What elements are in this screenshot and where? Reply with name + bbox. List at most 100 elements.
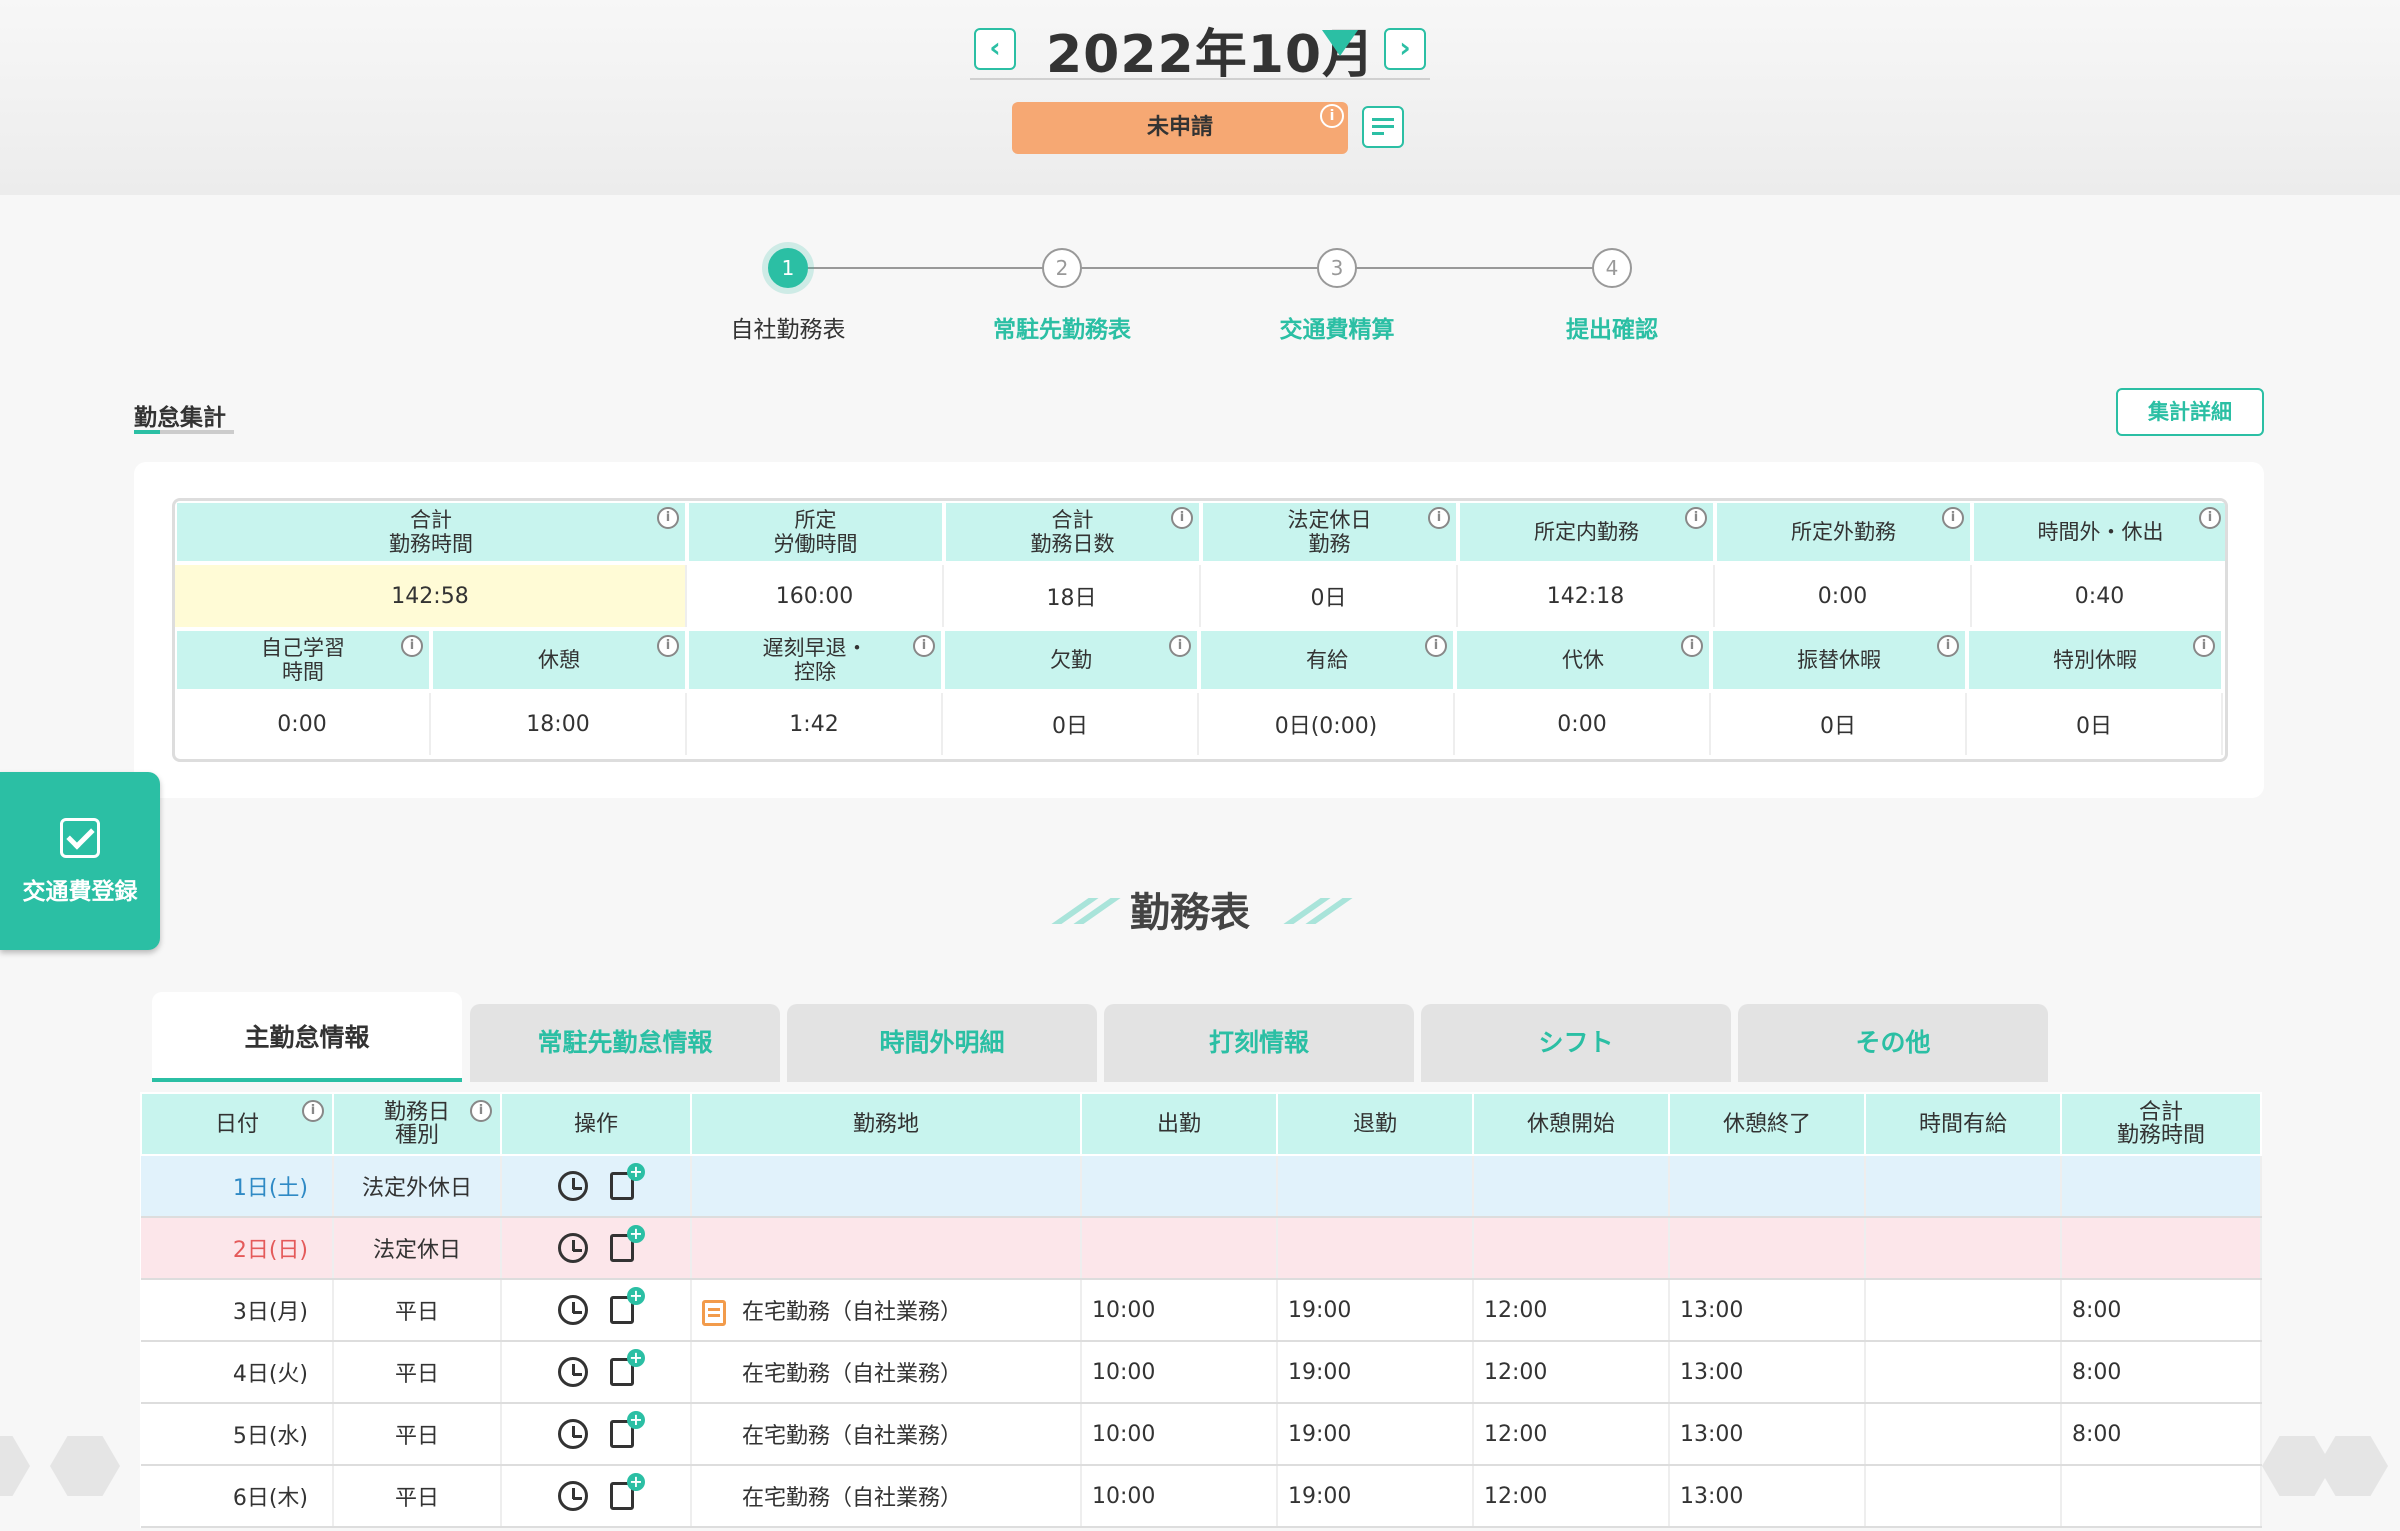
step-3-circle[interactable]: 3 xyxy=(1317,248,1357,288)
clock-history-icon[interactable] xyxy=(558,1171,588,1201)
hourly-leave-cell[interactable] xyxy=(1865,1217,2062,1280)
step-1-label[interactable]: 自社勤務表 xyxy=(678,310,898,344)
info-icon[interactable]: i xyxy=(2193,635,2215,657)
table-row[interactable]: 4日(火) 平日 在宅勤務（自社業務） 10:0019:0012:0013:00 8:0… xyxy=(141,1341,2262,1404)
clock-history-icon[interactable] xyxy=(558,1481,588,1511)
info-icon[interactable]: i xyxy=(401,635,423,657)
clock-out-cell[interactable] xyxy=(1277,1217,1474,1280)
info-icon[interactable]: i xyxy=(2199,507,2221,529)
clock-in-cell[interactable] xyxy=(1081,1155,1278,1218)
next-month-button[interactable]: › xyxy=(1384,28,1426,70)
step-4-label[interactable]: 提出確認 xyxy=(1502,310,1722,344)
memo-button[interactable] xyxy=(1362,106,1404,148)
clock-in-cell[interactable]: 10:00 xyxy=(1081,1403,1278,1466)
col-header-hourly-leave: 時間有給 xyxy=(1864,1092,2062,1156)
hourly-leave-cell[interactable] xyxy=(1865,1155,2062,1218)
clock-history-icon[interactable] xyxy=(558,1419,588,1449)
clock-history-icon[interactable] xyxy=(558,1295,588,1325)
row-actions xyxy=(512,1225,680,1263)
step-2-circle[interactable]: 2 xyxy=(1042,248,1082,288)
table-row[interactable]: 1日(土) 法定外休日 xyxy=(141,1155,2262,1218)
step-2-label[interactable]: 常駐先勤務表 xyxy=(952,310,1172,344)
info-icon[interactable]: i xyxy=(1428,507,1450,529)
clock-out-cell[interactable]: 19:00 xyxy=(1277,1465,1474,1528)
info-icon[interactable]: i xyxy=(1171,507,1193,529)
col-header-date[interactable]: 日付 i xyxy=(140,1092,334,1156)
info-icon[interactable]: i xyxy=(1681,635,1703,657)
table-row[interactable]: 2日(日) 法定休日 xyxy=(141,1217,2262,1280)
date-label: 2日(日) xyxy=(232,1238,308,1263)
info-icon[interactable]: i xyxy=(1685,507,1707,529)
summary-header-cell: 休憩 i xyxy=(431,629,687,691)
step-4-circle[interactable]: 4 xyxy=(1592,248,1632,288)
break-end-cell[interactable]: 13:00 xyxy=(1669,1403,1866,1466)
note-add-icon[interactable] xyxy=(610,1411,645,1448)
break-start-cell[interactable] xyxy=(1473,1155,1670,1218)
summary-detail-button[interactable]: 集計詳細 xyxy=(2116,388,2264,436)
break-start-cell[interactable]: 12:00 xyxy=(1473,1403,1670,1466)
break-end-cell[interactable]: 13:00 xyxy=(1669,1279,1866,1342)
break-end-cell[interactable]: 13:00 xyxy=(1669,1341,1866,1404)
clock-out-cell[interactable]: 19:00 xyxy=(1277,1279,1474,1342)
clock-history-icon[interactable] xyxy=(558,1357,588,1387)
info-icon[interactable]: i xyxy=(913,635,935,657)
break-start-cell[interactable]: 12:00 xyxy=(1473,1279,1670,1342)
month-dropdown-caret-icon[interactable] xyxy=(1322,30,1358,56)
location-cell[interactable] xyxy=(691,1217,1082,1280)
note-add-icon[interactable] xyxy=(610,1225,645,1262)
break-end-cell[interactable] xyxy=(1669,1155,1866,1218)
tab-punch-info[interactable]: 打刻情報 xyxy=(1104,1004,1414,1082)
location-cell[interactable]: 在宅勤務（自社業務） xyxy=(691,1465,1082,1528)
info-icon[interactable]: i xyxy=(657,635,679,657)
info-icon[interactable]: i xyxy=(657,507,679,529)
break-start-cell[interactable]: 12:00 xyxy=(1473,1465,1670,1528)
prev-month-button[interactable]: ‹ xyxy=(974,28,1016,70)
status-info-icon[interactable]: i xyxy=(1320,104,1344,128)
col-header-day-type[interactable]: 勤務日 種別 i xyxy=(332,1092,502,1156)
note-add-icon[interactable] xyxy=(610,1473,645,1510)
info-icon[interactable]: i xyxy=(1937,635,1959,657)
tab-other[interactable]: その他 xyxy=(1738,1004,2048,1082)
info-icon[interactable]: i xyxy=(470,1100,492,1122)
note-add-icon[interactable] xyxy=(610,1287,645,1324)
tab-overtime-detail[interactable]: 時間外明細 xyxy=(787,1004,1097,1082)
step-1-circle[interactable]: 1 xyxy=(768,248,808,288)
info-icon[interactable]: i xyxy=(1169,635,1191,657)
location-cell[interactable]: 在宅勤務（自社業務） xyxy=(691,1341,1082,1404)
break-start-cell[interactable] xyxy=(1473,1217,1670,1280)
break-end-cell[interactable] xyxy=(1669,1217,1866,1280)
clock-in-cell[interactable] xyxy=(1081,1217,1278,1280)
info-icon[interactable]: i xyxy=(1942,507,1964,529)
hourly-leave-cell[interactable] xyxy=(1865,1279,2062,1342)
transport-register-button[interactable]: 交通費登録 xyxy=(0,772,160,950)
hourly-leave-cell[interactable] xyxy=(1865,1465,2062,1528)
table-row[interactable]: 6日(木) 平日 在宅勤務（自社業務） 10:0019:0012:0013:00 xyxy=(141,1465,2262,1528)
clock-in-cell[interactable]: 10:00 xyxy=(1081,1465,1278,1528)
clock-out-cell[interactable]: 19:00 xyxy=(1277,1341,1474,1404)
note-add-icon[interactable] xyxy=(610,1349,645,1386)
location-cell[interactable]: 在宅勤務（自社業務） xyxy=(691,1403,1082,1466)
note-add-icon[interactable] xyxy=(610,1163,645,1200)
clock-out-cell[interactable]: 19:00 xyxy=(1277,1403,1474,1466)
clock-in-cell[interactable]: 10:00 xyxy=(1081,1279,1278,1342)
tab-client-attendance[interactable]: 常駐先勤怠情報 xyxy=(470,1004,780,1082)
hourly-leave-cell[interactable] xyxy=(1865,1341,2062,1404)
location-cell[interactable] xyxy=(691,1155,1082,1218)
summary-header-cell: 時間外・休出 i xyxy=(1972,501,2225,563)
hourly-leave-cell[interactable] xyxy=(1865,1403,2062,1466)
clock-out-cell[interactable] xyxy=(1277,1155,1474,1218)
info-icon[interactable]: i xyxy=(1425,635,1447,657)
step-3-label[interactable]: 交通費精算 xyxy=(1227,310,1447,344)
table-row[interactable]: 3日(月) 平日 在宅勤務（自社業務） 10:0019:0012:0013:00 8:0… xyxy=(141,1279,2262,1342)
clock-history-icon[interactable] xyxy=(558,1233,588,1263)
table-row[interactable]: 5日(水) 平日 在宅勤務（自社業務） 10:0019:0012:0013:00 8:0… xyxy=(141,1403,2262,1466)
clock-in-cell[interactable]: 10:00 xyxy=(1081,1341,1278,1404)
tab-main-attendance[interactable]: 主勤怠情報 xyxy=(152,992,462,1082)
break-end-cell[interactable]: 13:00 xyxy=(1669,1465,1866,1528)
location-cell[interactable]: 在宅勤務（自社業務） xyxy=(691,1279,1082,1342)
info-icon[interactable]: i xyxy=(302,1100,324,1122)
break-start-cell[interactable]: 12:00 xyxy=(1473,1341,1670,1404)
summary-header-cell: 振替休暇 i xyxy=(1711,629,1967,691)
date-label: 4日(火) xyxy=(232,1362,308,1387)
tab-shift[interactable]: シフト xyxy=(1421,1004,1731,1082)
